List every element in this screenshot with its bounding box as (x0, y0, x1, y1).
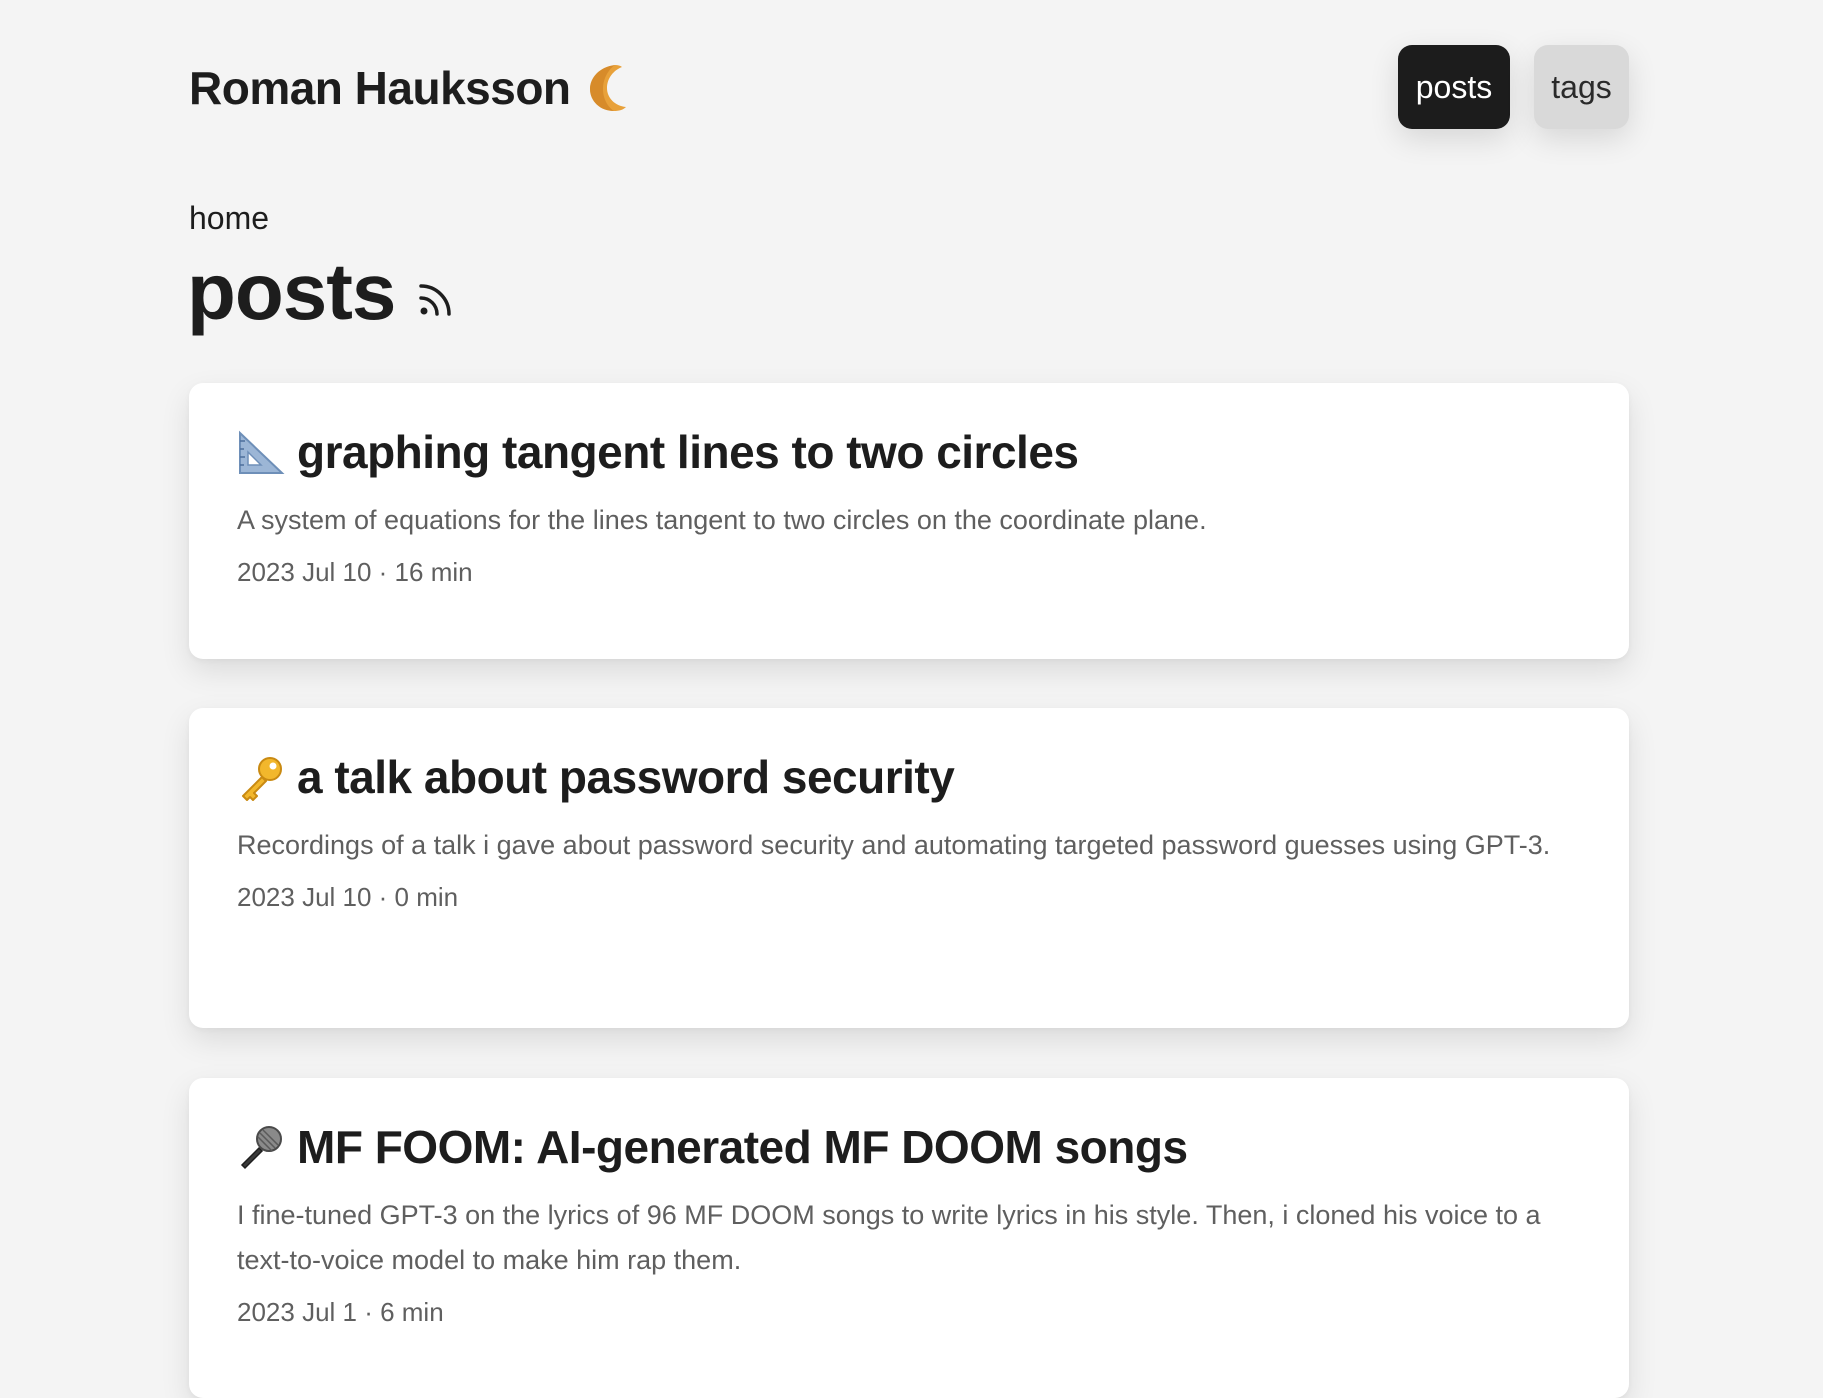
post-title-text: MF FOOM: AI-generated MF DOOM songs (297, 1121, 1188, 1173)
nav-posts-button[interactable]: posts (1398, 45, 1510, 129)
post-description: Recordings of a talk i gave about passwo… (237, 830, 1551, 861)
post-meta: 2023 Jul 10 · 0 min (237, 882, 459, 913)
page-title: posts (187, 252, 457, 332)
page-title-text: posts (187, 247, 396, 336)
post-description: I fine-tuned GPT-3 on the lyrics of 96 M… (237, 1200, 1541, 1276)
key-icon (242, 756, 282, 801)
post-card[interactable]: graphing tangent lines to two circles A … (189, 383, 1629, 659)
post-title-text: graphing tangent lines to two circles (297, 426, 1079, 478)
post-meta: 2023 Jul 1 · 6 min (237, 1297, 444, 1328)
site-header: Roman Hauksson posts tags (189, 45, 1629, 129)
post-title-text: a talk about password security (297, 751, 955, 803)
post-card[interactable]: MF FOOM: AI-generated MF DOOM songs I fi… (189, 1078, 1629, 1398)
post-card[interactable]: a talk about password security Recording… (189, 708, 1629, 1028)
triangular-ruler-icon (239, 430, 285, 474)
post-title[interactable]: MF FOOM: AI-generated MF DOOM songs (237, 1120, 1581, 1175)
site-title-text: Roman Hauksson (189, 62, 571, 114)
breadcrumb-home-link[interactable]: home (189, 200, 269, 237)
microphone-icon (240, 1125, 282, 1169)
post-meta: 2023 Jul 10 · 16 min (237, 557, 473, 588)
post-title[interactable]: a talk about password security (237, 750, 1581, 805)
post-description: A system of equations for the lines tang… (237, 505, 1207, 536)
rss-icon[interactable] (415, 278, 457, 320)
main-nav: posts tags (1398, 45, 1629, 129)
post-title[interactable]: graphing tangent lines to two circles (237, 425, 1581, 480)
nav-tags-button[interactable]: tags (1534, 45, 1629, 129)
crescent-moon-icon[interactable] (585, 62, 631, 114)
site-title-link[interactable]: Roman Hauksson (189, 61, 631, 115)
